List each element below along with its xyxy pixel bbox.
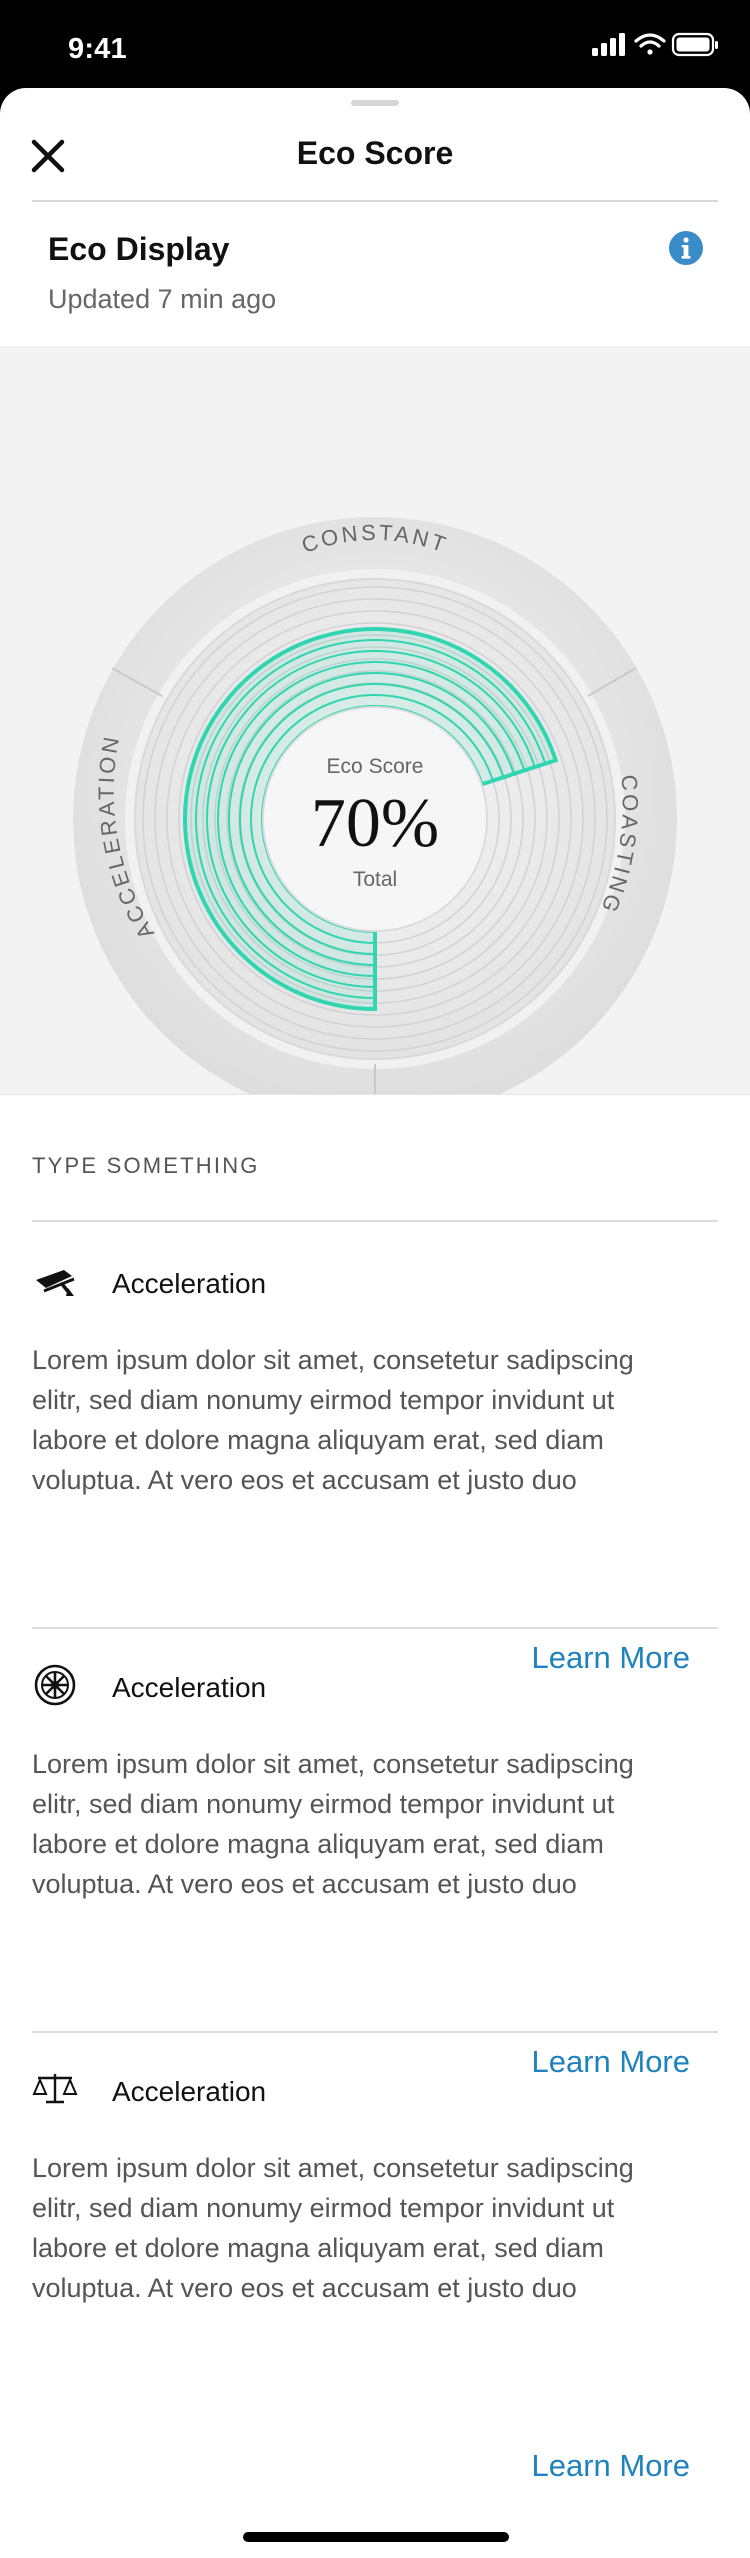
turbine-wheel-icon	[32, 1662, 78, 1708]
section-divider	[32, 1220, 718, 1222]
section-label: TYPE SOMETHING	[32, 1153, 260, 1178]
gauge-center-sub: Total	[353, 868, 397, 891]
page-title: Eco Score	[296, 135, 454, 171]
status-bar: 9:41	[0, 0, 750, 88]
gauge-center-value: 70%	[311, 785, 439, 862]
battery-icon	[671, 32, 718, 57]
wifi-icon	[634, 33, 666, 55]
list-item-text: Lorem ipsum dolor sit amet, consetetur s…	[32, 1345, 634, 1495]
list-item-title: Acceleration	[112, 1268, 267, 1299]
cellular-signal-icon	[592, 33, 625, 56]
info-button[interactable]	[668, 230, 704, 266]
eco-display-title: Eco Display	[48, 231, 230, 267]
status-icons	[570, 30, 720, 60]
list-item-text: Lorem ipsum dolor sit amet, consetetur s…	[32, 2153, 634, 2303]
home-indicator[interactable]	[243, 2532, 509, 2542]
acceleration-pedal-icon	[32, 1258, 78, 1304]
gauge-center-label: Eco Score	[327, 755, 424, 778]
eco-score-sheet: Eco Score Eco Display Updated 7 min ago	[0, 88, 750, 2558]
balance-scale-icon	[32, 2066, 78, 2112]
sheet-grabber[interactable]	[351, 100, 399, 106]
list-divider	[32, 1627, 718, 1629]
status-time: 9:41	[68, 33, 127, 65]
learn-more-link[interactable]: Learn More	[531, 1640, 690, 1676]
header-divider	[32, 200, 718, 202]
learn-more-link[interactable]: Learn More	[531, 2448, 690, 2484]
list-divider	[32, 2031, 718, 2033]
list-item-title: Acceleration	[112, 1672, 267, 1703]
eco-gauge-panel: CONSTANT ACCELERATION COASTING Eco Score…	[0, 346, 750, 1095]
list-item-title: Acceleration	[112, 2076, 267, 2107]
info-icon	[669, 231, 703, 265]
eco-score-gauge: CONSTANT ACCELERATION COASTING Eco Score…	[73, 517, 677, 1094]
learn-more-link[interactable]: Learn More	[531, 2044, 690, 2080]
eco-display-updated: Updated 7 min ago	[48, 284, 277, 314]
list-item-text: Lorem ipsum dolor sit amet, consetetur s…	[32, 1749, 634, 1899]
